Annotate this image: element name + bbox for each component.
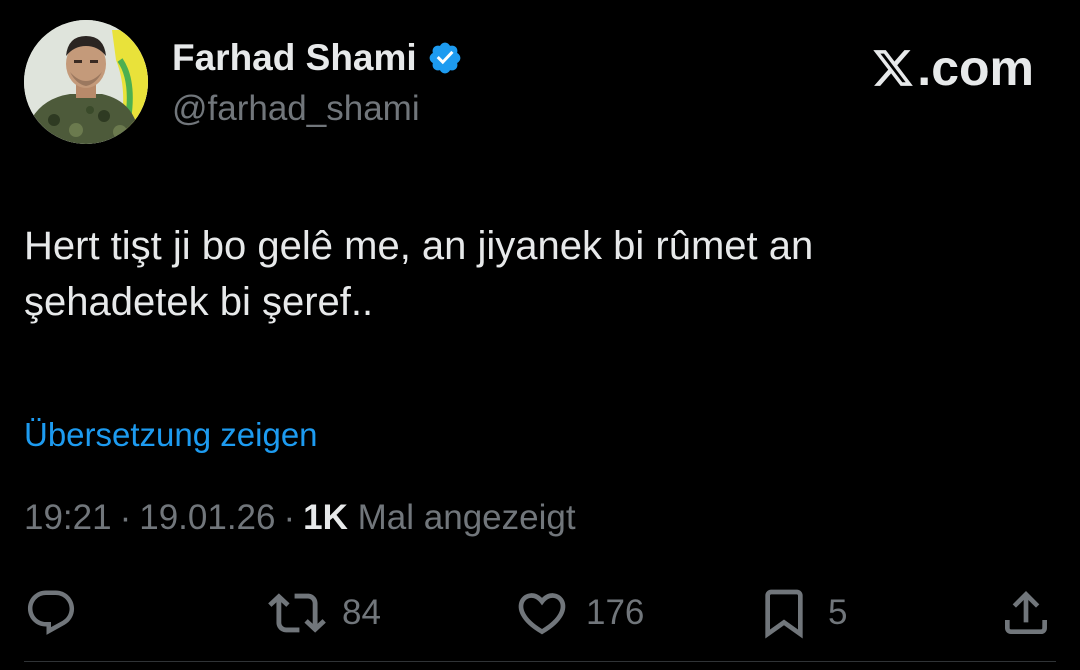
brand-logo: .com xyxy=(871,38,1034,98)
tweet-text-line: şehadetek bi şeref.. xyxy=(24,280,374,324)
avatar[interactable] xyxy=(24,20,148,144)
like-button[interactable]: 176 xyxy=(514,585,644,641)
author-display-name[interactable]: Farhad Shami xyxy=(172,34,417,82)
share-button[interactable] xyxy=(998,585,1054,641)
bookmark-count: 5 xyxy=(828,593,848,632)
tweet-date[interactable]: 19.01.26 xyxy=(139,498,275,537)
retweet-icon xyxy=(268,593,326,633)
tweet-text-line: Hert tişt ji bo gelê me, an jiyanek bi r… xyxy=(24,224,814,268)
bookmark-icon xyxy=(765,589,803,639)
bottom-divider xyxy=(24,661,1056,662)
show-translation-link[interactable]: Übersetzung zeigen xyxy=(24,414,318,456)
views-label: Mal angezeigt xyxy=(357,498,576,537)
reply-button[interactable] xyxy=(24,585,78,641)
like-count: 176 xyxy=(586,593,645,632)
author-name-row[interactable]: Farhad Shami xyxy=(172,34,463,82)
brand-domain: .com xyxy=(917,40,1034,96)
retweet-count: 84 xyxy=(342,593,381,632)
heart-icon xyxy=(518,593,566,635)
reply-icon xyxy=(27,590,75,635)
verified-badge-icon xyxy=(427,40,463,76)
author-handle[interactable]: @farhad_shami xyxy=(172,86,420,132)
meta-separator: · xyxy=(283,498,296,537)
tweet-time[interactable]: 19:21 xyxy=(24,498,112,537)
bookmark-button[interactable]: 5 xyxy=(756,585,847,641)
retweet-button[interactable]: 84 xyxy=(268,585,381,641)
tweet-text: Hert tişt ji bo gelê me, an jiyanek bi r… xyxy=(24,218,1044,330)
profile-photo xyxy=(24,20,148,144)
tweet-meta: 19:21 · 19.01.26 · 1K Mal angezeigt xyxy=(24,496,576,540)
views-count: 1K xyxy=(303,498,348,537)
meta-separator: · xyxy=(119,498,132,537)
action-bar: 84 176 5 xyxy=(0,585,1080,641)
share-icon xyxy=(1005,591,1047,634)
x-logo-icon xyxy=(871,46,915,90)
